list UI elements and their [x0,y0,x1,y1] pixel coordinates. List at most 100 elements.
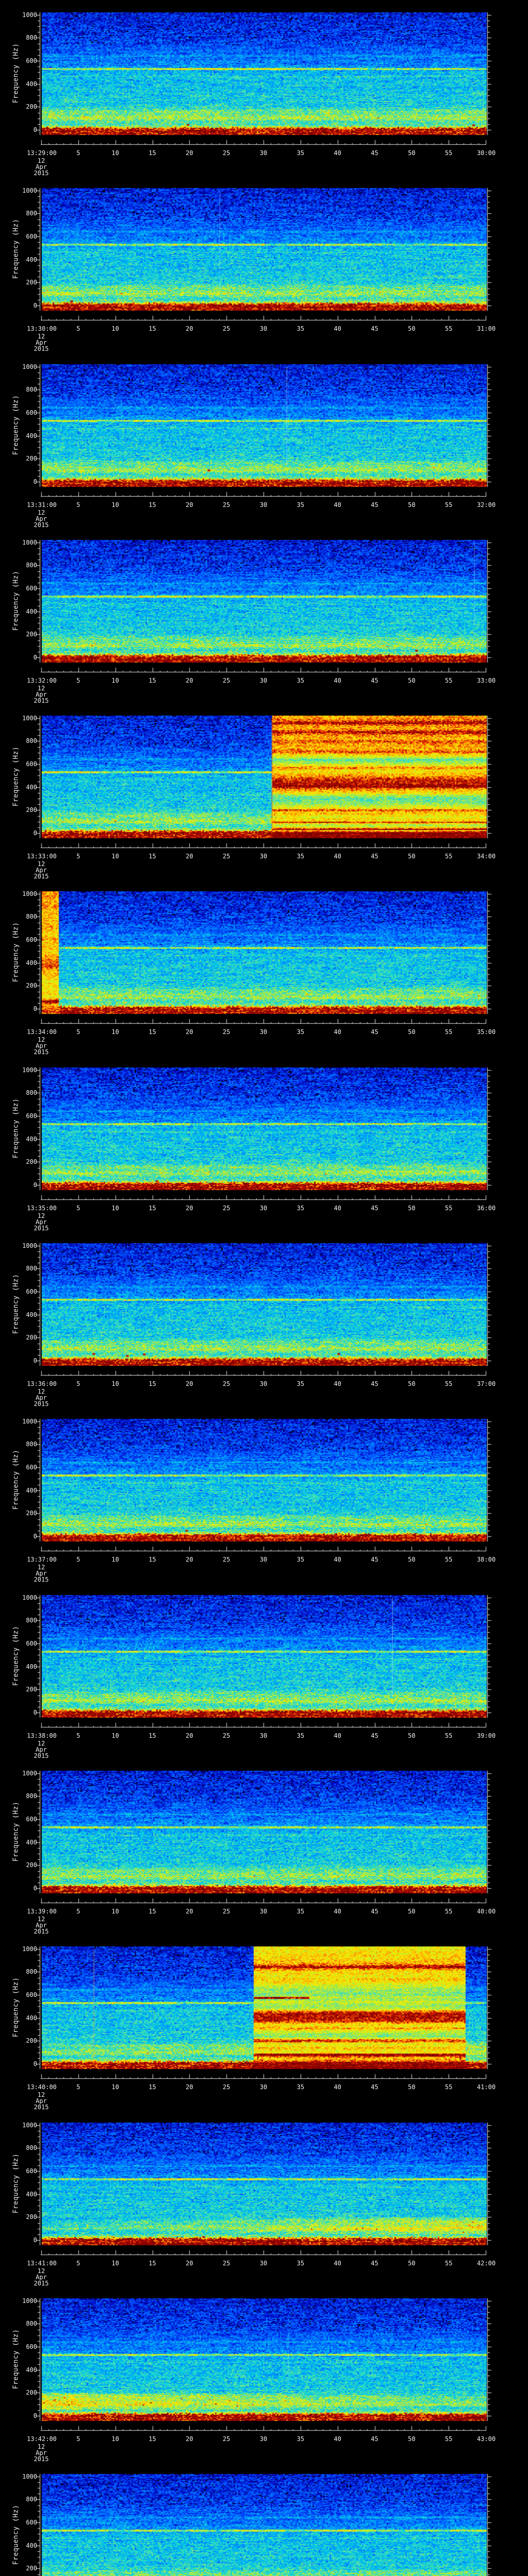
y-tick-label: 1000 [22,714,37,722]
y-axis-title: Frequency (Hz) [12,570,20,631]
x-tick-label: 25 [222,1205,230,1212]
x-tick-label: 35 [296,1732,305,1739]
x-tick-label: 20 [186,2260,193,2267]
x-axis-start-time-label: 13:35:00 [27,1205,57,1212]
spectrogram-panel: Frequency (Hz) 02004006008001000 5101520… [0,2110,528,2286]
x-tick-label: 40 [334,149,341,157]
x-axis-date-label: 12 Apr 2015 [34,861,49,879]
spectrogram-panel: Frequency (Hz) 02004006008001000 5101520… [0,2462,528,2576]
x-axis-date-label: 12 Apr 2015 [34,1037,49,1055]
x-axis-start-time-label: 13:32:00 [27,677,57,684]
x-tick-label: 55 [444,1556,453,1563]
x-tick-label: 55 [444,149,453,157]
x-tick-label: 35 [296,1556,305,1563]
x-tick-label: 35 [296,853,305,860]
spectrogram-panel: Frequency (Hz) 02004006008001000 5101520… [0,1055,528,1231]
x-tick-label: 5 [76,501,80,509]
x-tick-label: 30 [259,501,268,509]
x-tick-label: 10 [111,2435,119,2443]
x-tick-label: 50 [408,2435,416,2443]
y-tick-label: 0 [33,302,37,309]
y-tick-label: 600 [26,2167,37,2175]
x-axis-date-label: 12 Apr 2015 [34,158,49,176]
x-tick-label: 10 [111,1908,119,1915]
y-tick-label: 200 [26,455,37,463]
x-axis-start-time-label: 13:29:00 [27,149,57,157]
x-tick-label: 30 [259,2083,268,2091]
x-tick-label: 20 [186,1380,193,1387]
x-tick-label: 35 [296,2083,305,2091]
x-axis-start-time-label: 13:31:00 [27,501,57,509]
x-axis-date-label: 12 Apr 2015 [34,333,49,352]
x-tick-label: 25 [222,1732,230,1739]
x-tick-label: 35 [296,677,305,684]
y-tick-label: 1000 [22,1417,37,1425]
x-tick-label: 50 [408,1556,416,1563]
x-tick-label: 35 [296,1205,305,1212]
x-tick-label: 55 [444,2260,453,2267]
x-tick-label: 50 [408,1732,416,1739]
x-axis-start-time-label: 13:40:00 [27,2083,57,2091]
x-tick-label: 40 [334,1028,341,1036]
y-tick-label: 400 [26,80,37,88]
y-tick-label: 1000 [22,187,37,194]
x-axis-end-time-label: 39:00 [476,1732,496,1739]
x-axis-end-time-label: 38:00 [476,1556,496,1563]
x-axis-end-time-label: 43:00 [476,2435,496,2443]
x-tick-label: 10 [111,1028,119,1036]
y-tick-label: 200 [26,806,37,814]
x-tick-label: 30 [259,1732,268,1739]
y-tick-label: 800 [26,913,37,921]
x-axis-start-time-label: 13:37:00 [27,1556,57,1563]
x-tick-label: 50 [408,1380,416,1387]
x-axis-start-time-label: 13:30:00 [27,325,57,332]
x-tick-label: 30 [259,149,268,157]
x-tick-label: 45 [371,1732,378,1739]
y-tick-label: 600 [26,233,37,241]
y-tick-label: 200 [26,1334,37,1342]
x-tick-label: 40 [334,1380,341,1387]
y-tick-label: 200 [26,1510,37,1517]
y-axis-title: Frequency (Hz) [12,1098,20,1159]
x-axis-end-time-label: 40:00 [476,1908,496,1915]
x-tick-label: 20 [186,2083,193,2091]
x-tick-label: 40 [334,325,341,332]
y-tick-label: 400 [26,1838,37,1846]
y-tick-label: 0 [33,2236,37,2244]
y-tick-label: 0 [33,829,37,837]
y-tick-label: 600 [26,2519,37,2527]
y-tick-label: 800 [26,2496,37,2503]
x-tick-label: 20 [186,1028,193,1036]
y-axis-title: Frequency (Hz) [12,746,20,807]
x-tick-label: 55 [444,2435,453,2443]
spectrogram-panel: Frequency (Hz) 02004006008001000 5101520… [0,2286,528,2462]
x-axis-start-time-label: 13:39:00 [27,1908,57,1915]
x-tick-label: 5 [76,853,80,860]
x-tick-label: 10 [111,149,119,157]
x-tick-label: 45 [371,1028,378,1036]
spectrogram-heatmap-canvas [0,2462,528,2576]
date-year: 2015 [34,2104,49,2111]
x-tick-label: 50 [408,149,416,157]
x-tick-label: 20 [186,501,193,509]
x-tick-label: 30 [259,1028,268,1036]
y-tick-label: 1000 [22,1594,37,1601]
spectrogram-stack-page: { "chart_data": { "type": "heatmap", "ti… [0,0,528,2576]
spectrogram-panel: Frequency (Hz) 02004006008001000 5101520… [0,1406,528,1583]
x-tick-label: 5 [76,1028,80,1036]
x-tick-label: 35 [296,501,305,509]
x-tick-label: 35 [296,1028,305,1036]
x-tick-label: 45 [371,325,378,332]
y-tick-label: 600 [26,2343,37,2351]
x-tick-label: 55 [444,1908,453,1915]
y-tick-label: 600 [26,760,37,768]
x-axis-end-time-label: 41:00 [476,2083,496,2091]
x-axis-start-time-label: 13:36:00 [27,1380,57,1387]
x-tick-label: 50 [408,1205,416,1212]
y-axis-title: Frequency (Hz) [12,43,20,104]
x-tick-label: 20 [186,149,193,157]
x-tick-label: 25 [222,501,230,509]
x-tick-label: 20 [186,677,193,684]
y-tick-label: 0 [33,1005,37,1012]
spectrogram-panel: Frequency (Hz) 02004006008001000 5101520… [0,176,528,352]
